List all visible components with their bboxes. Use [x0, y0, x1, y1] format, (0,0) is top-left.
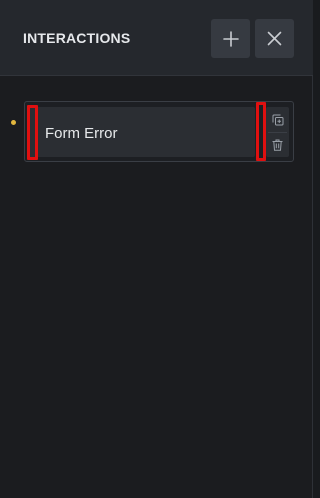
- delete-interaction-button[interactable]: [266, 133, 289, 157]
- interactions-panel: INTERACTIONS Form Error: [0, 0, 313, 498]
- drag-handle-highlight[interactable]: [27, 105, 38, 160]
- duplicate-icon: [272, 114, 283, 126]
- panel-header: INTERACTIONS: [0, 0, 313, 76]
- interaction-status-dot: [11, 120, 16, 125]
- interaction-select-area[interactable]: Form Error: [28, 107, 255, 157]
- interaction-item[interactable]: Form Error: [24, 101, 294, 162]
- trash-icon: [272, 139, 283, 151]
- interaction-actions: [266, 107, 289, 157]
- resize-handle-highlight[interactable]: [256, 102, 266, 161]
- close-icon: [267, 31, 282, 46]
- interaction-label: Form Error: [45, 125, 118, 142]
- add-interaction-button[interactable]: [211, 19, 250, 58]
- plus-icon: [222, 30, 239, 47]
- panel-title: INTERACTIONS: [23, 30, 131, 46]
- close-panel-button[interactable]: [255, 19, 294, 58]
- duplicate-interaction-button[interactable]: [266, 108, 289, 132]
